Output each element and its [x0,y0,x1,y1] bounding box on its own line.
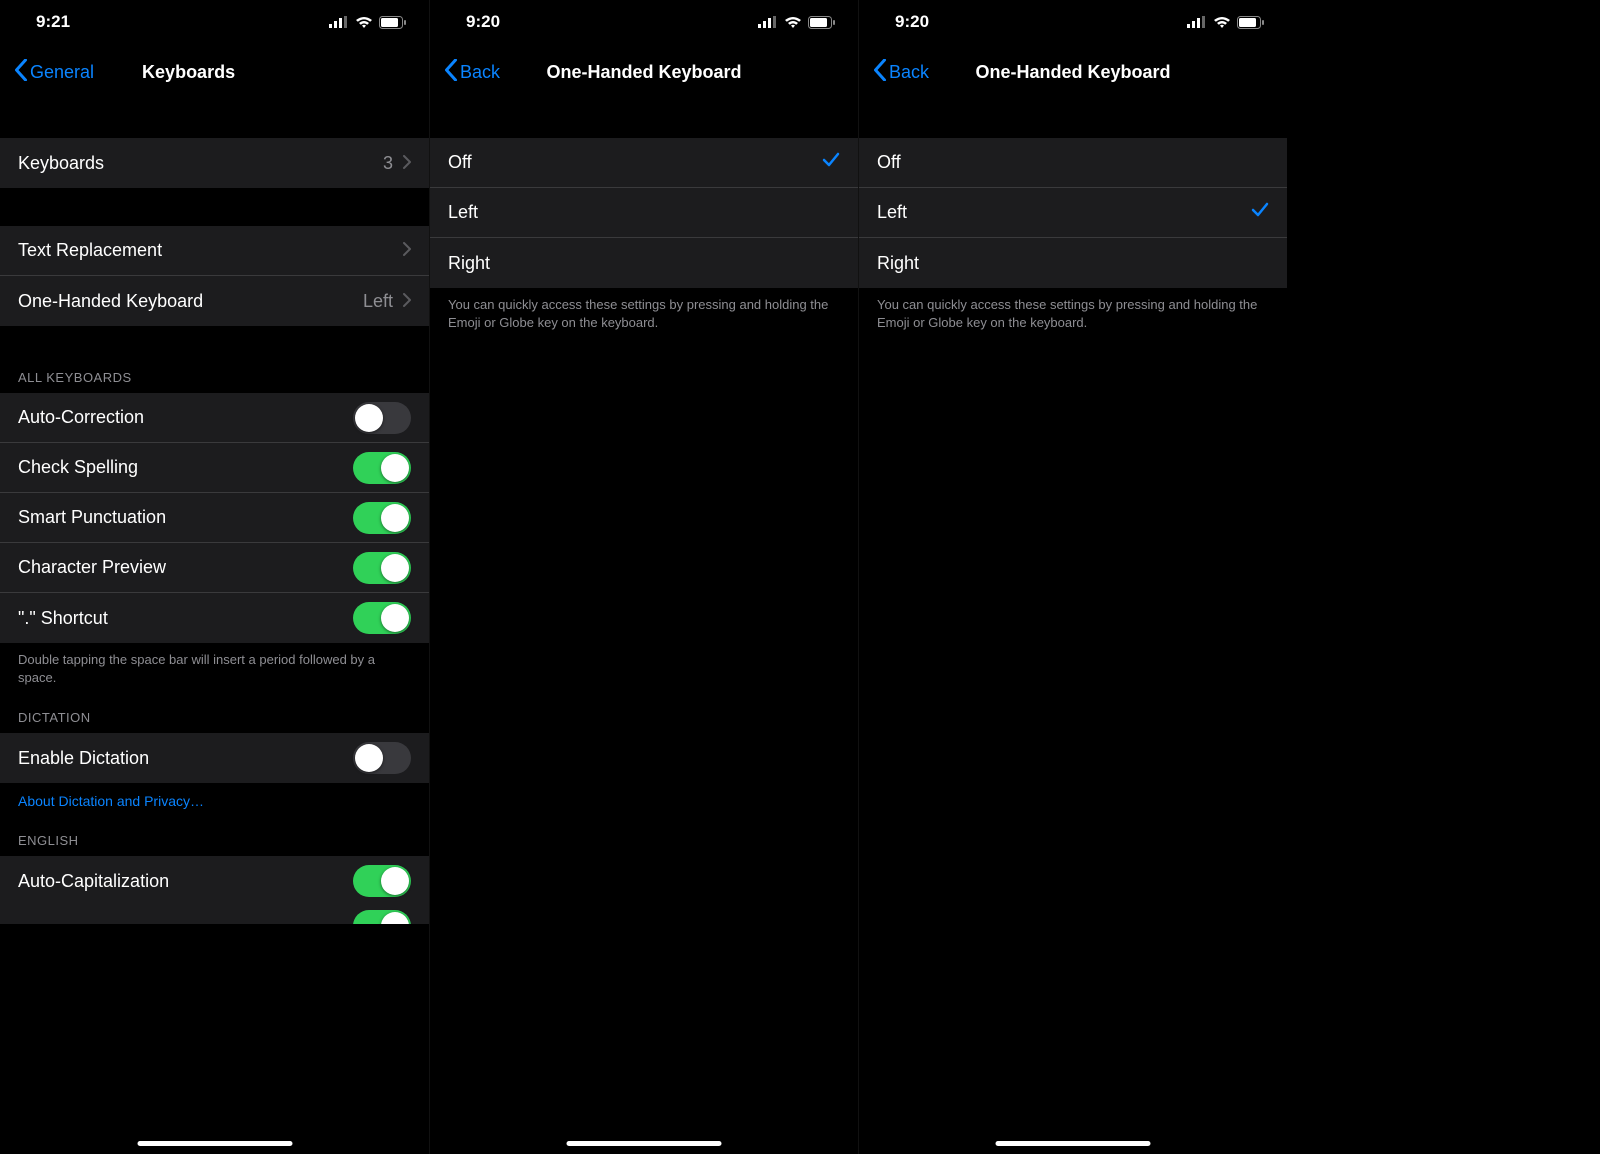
section-header-all-keyboards: ALL KEYBOARDS [0,364,429,393]
row-label: Keyboards [18,153,383,174]
option-left[interactable]: Left [430,188,858,238]
status-icons [329,16,407,29]
option-label: Off [877,152,1269,173]
back-label: Back [889,62,929,83]
option-label: Right [448,253,840,274]
back-button[interactable]: Back [438,55,506,90]
nav-bar: Back One-Handed Keyboard [859,44,1287,100]
wifi-icon [1213,16,1231,29]
battery-icon [379,16,407,29]
option-label: Off [448,152,822,173]
status-time: 9:20 [895,12,929,32]
toggle-switch[interactable] [353,552,411,584]
option-right[interactable]: Right [859,238,1287,288]
row-smart-punctuation[interactable]: Smart Punctuation [0,493,429,543]
chevron-left-icon [14,59,28,86]
status-bar: 9:20 [430,0,858,44]
row-auto-capitalization[interactable]: Auto-Capitalization [0,856,429,906]
status-bar: 9:20 [859,0,1287,44]
section-header-english: ENGLISH [0,827,429,856]
back-label: Back [460,62,500,83]
home-indicator[interactable] [996,1141,1151,1146]
row-label: Auto-Correction [18,407,353,428]
row-label: One-Handed Keyboard [18,291,363,312]
option-label: Left [448,202,840,223]
row-partial[interactable] [0,906,429,924]
nav-bar: General Keyboards [0,44,429,100]
chevron-left-icon [444,59,458,86]
nav-title: Keyboards [142,62,235,83]
signal-icon [329,16,349,28]
battery-icon [1237,16,1265,29]
signal-icon [1187,16,1207,28]
toggle-switch[interactable] [353,402,411,434]
option-off[interactable]: Off [859,138,1287,188]
toggle-switch[interactable] [353,742,411,774]
row-label: Smart Punctuation [18,507,353,528]
chevron-left-icon [873,59,887,86]
nav-bar: Back One-Handed Keyboard [430,44,858,100]
status-icons [758,16,836,29]
status-time: 9:20 [466,12,500,32]
row-auto-correction[interactable]: Auto-Correction [0,393,429,443]
row-label: Character Preview [18,557,353,578]
row-shortcut[interactable]: "." Shortcut [0,593,429,643]
section-footer: You can quickly access these settings by… [859,288,1287,335]
section-header-dictation: DICTATION [0,704,429,733]
row-value: Left [363,291,393,312]
signal-icon [758,16,778,28]
back-button[interactable]: General [8,55,100,90]
row-label: Auto-Capitalization [18,871,353,892]
battery-icon [808,16,836,29]
home-indicator[interactable] [567,1141,722,1146]
checkmark-icon [822,152,840,173]
row-label: Check Spelling [18,457,353,478]
row-check-spelling[interactable]: Check Spelling [0,443,429,493]
wifi-icon [784,16,802,29]
section-footer: You can quickly access these settings by… [430,288,858,335]
status-bar: 9:21 [0,0,429,44]
chevron-right-icon [403,240,411,261]
toggle-switch[interactable] [353,865,411,897]
toggle-switch[interactable] [353,452,411,484]
option-right[interactable]: Right [430,238,858,288]
row-enable-dictation[interactable]: Enable Dictation [0,733,429,783]
status-icons [1187,16,1265,29]
toggle-switch[interactable] [353,502,411,534]
row-text-replacement[interactable]: Text Replacement [0,226,429,276]
row-label: Text Replacement [18,240,403,261]
row-keyboards[interactable]: Keyboards 3 [0,138,429,188]
row-character-preview[interactable]: Character Preview [0,543,429,593]
back-label: General [30,62,94,83]
back-button[interactable]: Back [867,55,935,90]
option-left[interactable]: Left [859,188,1287,238]
toggle-switch[interactable] [353,602,411,634]
toggle-switch[interactable] [353,910,411,924]
option-off[interactable]: Off [430,138,858,188]
row-value: 3 [383,153,393,174]
about-dictation-link[interactable]: About Dictation and Privacy… [0,783,429,813]
option-label: Right [877,253,1269,274]
row-one-handed-keyboard[interactable]: One-Handed Keyboard Left [0,276,429,326]
section-footer: Double tapping the space bar will insert… [0,643,429,690]
chevron-right-icon [403,153,411,174]
option-label: Left [877,202,1251,223]
status-time: 9:21 [36,12,70,32]
wifi-icon [355,16,373,29]
row-label: Enable Dictation [18,748,353,769]
home-indicator[interactable] [137,1141,292,1146]
chevron-right-icon [403,291,411,312]
checkmark-icon [1251,202,1269,223]
row-label: "." Shortcut [18,608,353,629]
